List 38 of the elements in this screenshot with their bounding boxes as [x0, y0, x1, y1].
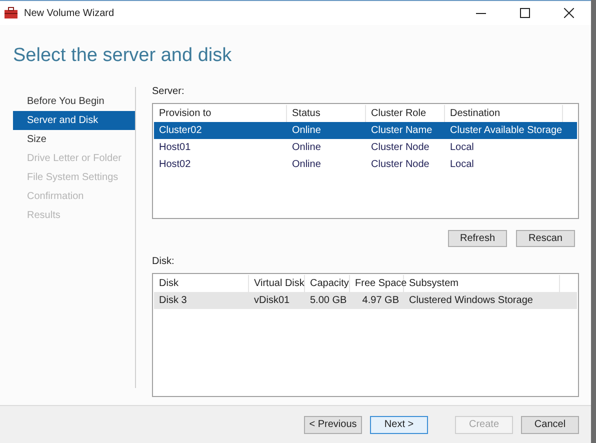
maximize-icon [520, 8, 530, 18]
wizard-button[interactable]: < Previous [304, 416, 362, 434]
table-row[interactable]: Host02 Online Cluster Node Local [154, 156, 577, 173]
table-cell-text: Online [291, 141, 322, 155]
table-cell-text: Online [291, 124, 322, 138]
wizard-button[interactable]: Cancel [521, 416, 579, 434]
table-cell-text: Disk 3 [158, 294, 188, 308]
table-cell-text: Clustered Windows Storage [408, 294, 534, 308]
table-row[interactable]: Cluster02 Online Cluster Name Cluster Available Storage [154, 122, 577, 139]
wizard-button[interactable]: Next > [370, 416, 428, 434]
table-cell-text: Cluster Node [370, 158, 430, 172]
window-title: New Volume Wizard [24, 6, 114, 20]
wizard-step[interactable]: Size [13, 130, 135, 149]
page-heading: Select the server and disk [12, 44, 233, 68]
table-row[interactable]: Disk 3 vDisk01 5.00 GB 4.97 GB Clustered Windows Storage [154, 292, 577, 309]
list-action-button[interactable]: Rescan [516, 230, 575, 247]
table-cell-text: Host01 [158, 141, 192, 155]
toolbox-icon [4, 7, 18, 19]
table-cell-text: Online [291, 158, 322, 172]
table-cell-text: Cluster02 [158, 124, 203, 138]
table-cell-text: Local [449, 158, 475, 172]
disk-label: Disk: [152, 256, 176, 268]
table-cell-text: Cluster Available Storage [449, 124, 563, 138]
close-icon [564, 8, 574, 18]
table-cell-text: Host02 [158, 158, 192, 172]
table-cell-text: 4.97 GB [361, 294, 400, 308]
server-label: Server: [152, 86, 186, 98]
table-cell-text: Local [449, 141, 475, 155]
table-cell-text: Cluster Node [370, 141, 430, 155]
table-cell-text: vDisk01 [253, 294, 291, 308]
wizard-step[interactable]: Before You Begin [13, 92, 135, 111]
disk-list[interactable]: Disk Virtual Disk Capacity Free Space Subsystem Disk 3 vDisk01 5.00 GB 4.97 GB Clustered Windows Storage [152, 273, 579, 397]
table-cell-text: Cluster Name [370, 124, 434, 138]
list-action-button[interactable]: Refresh [448, 230, 507, 247]
server-list[interactable]: Provision to Status Cluster Role Destination Cluster02 Online Cluster Name Cluster Available Storage Host01 Online Cluster Node Local Host02 Online Cluster Node Local [152, 103, 579, 219]
table-row[interactable]: Host01 Online Cluster Node Local [154, 139, 577, 156]
table-cell-text: 5.00 GB [309, 294, 348, 308]
wizard-step[interactable]: Server and Disk [13, 111, 135, 130]
